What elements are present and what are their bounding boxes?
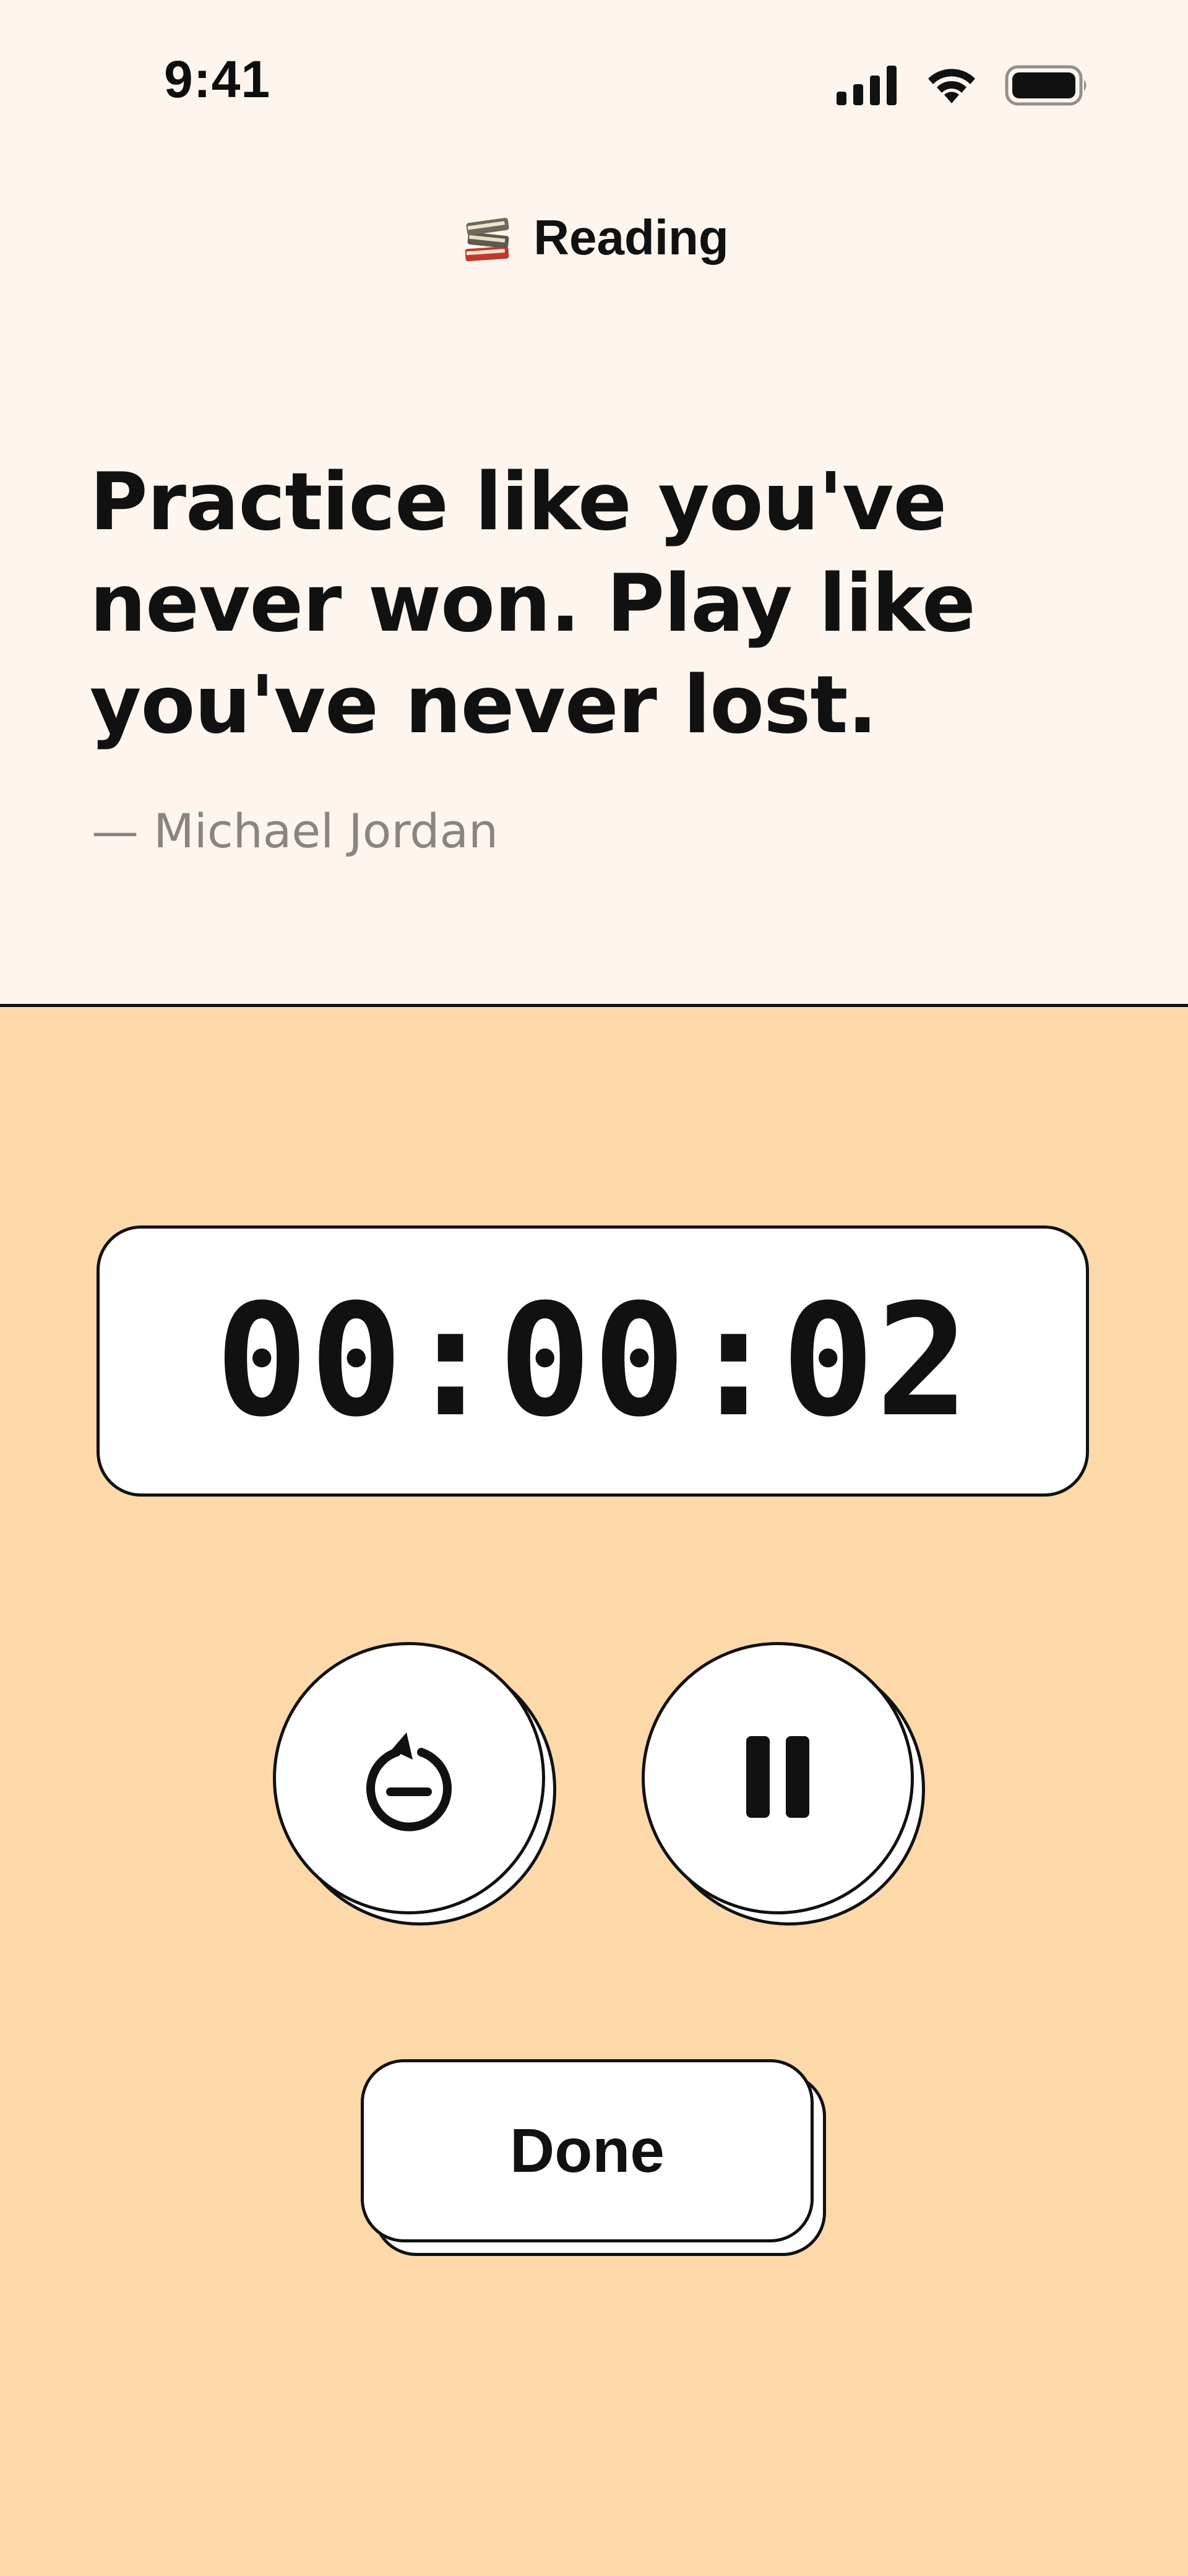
quote-author: — Michael Jordan [92,803,499,858]
pause-button[interactable] [642,1642,914,1914]
pause-button-wrapper [642,1642,926,1927]
page-header: Reading [0,209,1188,266]
cellular-signal-icon [837,66,898,108]
done-button-wrapper: Done [361,2059,831,2257]
page-title: Reading [533,210,729,265]
battery-icon [1005,65,1089,108]
timer-value: 00:00:02 [215,1271,971,1451]
wifi-icon [923,65,980,108]
reset-button-wrapper [273,1642,557,1927]
status-bar-icons [837,62,1089,111]
timer-reset-icon [353,1721,465,1835]
books-icon [459,209,516,266]
quote-section: 9:41 Reading Practice like you've never … [0,0,1188,1005]
done-button[interactable]: Done [361,2059,814,2242]
pause-icon [744,1734,812,1823]
quote-text: Practice like you've never won. Play lik… [90,456,976,751]
status-bar-time: 9:41 [164,50,271,108]
done-button-label: Done [510,2116,665,2185]
timer-display: 00:00:02 [97,1225,1089,1497]
reset-button[interactable] [273,1642,545,1914]
